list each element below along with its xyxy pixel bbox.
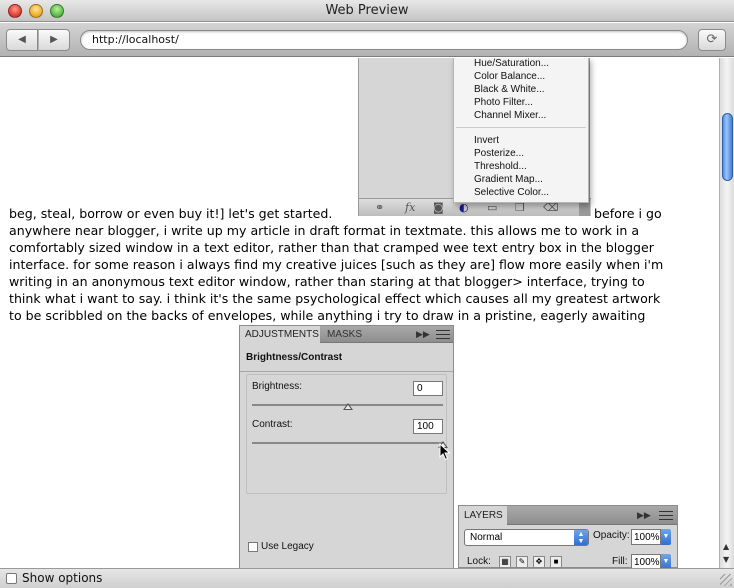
menu-item-threshold: Threshold... [474,161,527,172]
layers-panel-bottom-screenshot: LAYERS ▶▶ Normal ▲ ▼ Opacity: 100% ▼ Lock… [458,505,678,568]
menu-item-posterize: Posterize... [474,148,525,159]
article-line: before i go [594,206,662,221]
resize-grip-icon[interactable] [720,574,732,586]
article-line: to be scribbled on the backs of envelope… [9,308,646,323]
adjustment-divider [240,371,453,372]
show-options-checkbox[interactable] [6,573,17,584]
back-arrow-icon: ◀ [18,34,26,45]
lock-all-icon: ■ [550,556,562,568]
collapse-panel-icon: ▶▶ [637,510,651,520]
panel-menu-icon [436,330,450,339]
use-legacy-checkbox [248,542,258,552]
blend-mode-select: Normal ▲ ▼ [464,529,589,546]
article-line: interface. for some reason i always find… [9,257,664,272]
brightness-label: Brightness: [252,381,303,392]
select-arrows-icon: ▲ ▼ [574,530,588,545]
scroll-down-arrow-icon[interactable]: ▼ [723,555,729,564]
adjustments-tab-bar: ADJUSTMENTS MASKS ▶▶ [240,326,453,343]
tab-masks: MASKS [327,329,363,340]
menu-separator [456,127,586,128]
adjustments-panel-screenshot: ADJUSTMENTS MASKS ▶▶ Brightness/Contrast… [239,325,454,568]
reload-button[interactable]: ⟳ [698,29,726,51]
panel-menu-icon [659,511,673,520]
lock-label: Lock: [467,556,491,567]
title-bar: Web Preview [0,0,734,22]
menu-item-hue-saturation: Hue/Saturation... [474,58,550,69]
menu-item-color-balance: Color Balance... [474,71,546,82]
opacity-value-field: 100% [631,529,661,545]
window-title: Web Preview [325,3,409,18]
article-line: writing in an anonymous text editor wind… [9,274,645,289]
adjustment-layer-menu: Hue/Saturation... Color Balance... Black… [453,58,589,203]
lock-brush-icon: ✎ [516,556,528,568]
fill-label: Fill: [612,556,628,567]
forward-button[interactable]: ▶ [38,29,70,51]
blend-mode-value: Normal [470,532,503,543]
opacity-dropdown-icon: ▼ [661,529,671,545]
article-line: think what i want to say. i think it's t… [9,291,661,306]
use-legacy-label: Use Legacy [261,541,314,552]
forward-arrow-icon: ▶ [50,34,58,45]
opacity-label: Opacity: [593,530,630,541]
vertical-scrollbar[interactable]: ▲ ▼ [719,58,734,568]
contrast-label: Contrast: [252,419,293,430]
menu-item-invert: Invert [474,135,500,146]
bottom-bar: Show options [0,568,734,588]
lock-transparent-icon: ▦ [499,556,511,568]
brightness-value-field: 0 [413,381,443,396]
show-options-label[interactable]: Show options [22,571,102,585]
menu-item-black-white: Black & White... [474,84,545,95]
mouse-cursor-icon [439,443,451,461]
fill-value-field: 100% [631,554,661,568]
lock-move-icon: ✥ [533,556,545,568]
menu-item-selective-color: Selective Color... [474,187,550,198]
layers-tab-bar: LAYERS ▶▶ [459,506,677,525]
scrollbar-thumb[interactable] [722,113,733,181]
page-content: ⚭ fx ◙ ◐ ▭ ❐ ⌫ Hue/Saturation... Color B… [0,58,719,568]
browser-toolbar: ◀ ▶ http://localhost/ ⟳ [0,23,734,57]
collapse-panel-icon: ▶▶ [416,329,430,339]
adjustment-title: Brightness/Contrast [246,352,343,363]
scroll-up-arrow-icon[interactable]: ▲ [723,542,729,551]
contrast-value-field: 100 [413,419,443,434]
contrast-slider-track [252,442,443,444]
tab-adjustments: ADJUSTMENTS [240,326,320,343]
menu-item-gradient-map: Gradient Map... [474,174,543,185]
layer-mask-icon: ◙ [433,201,444,214]
menu-item-channel-mixer: Channel Mixer... [474,110,547,121]
adjustment-controls: Brightness: 0 Contrast: 100 [246,374,448,494]
brightness-slider-thumb [343,403,353,410]
reload-icon: ⟳ [706,32,718,47]
article-line: comfortably sized window in a text edito… [9,240,654,255]
tab-layers: LAYERS [459,506,507,525]
article-line: anywhere near blogger, i write up my art… [9,223,640,238]
menu-item-photo-filter: Photo Filter... [474,97,533,108]
url-field[interactable]: http://localhost/ [80,30,688,50]
link-layers-icon: ⚭ [375,201,385,214]
article-line: beg, steal, borrow or even buy it!] let'… [9,206,333,221]
back-button[interactable]: ◀ [6,29,38,51]
layer-effects-icon: fx [405,201,416,214]
fill-dropdown-icon: ▼ [661,554,671,568]
